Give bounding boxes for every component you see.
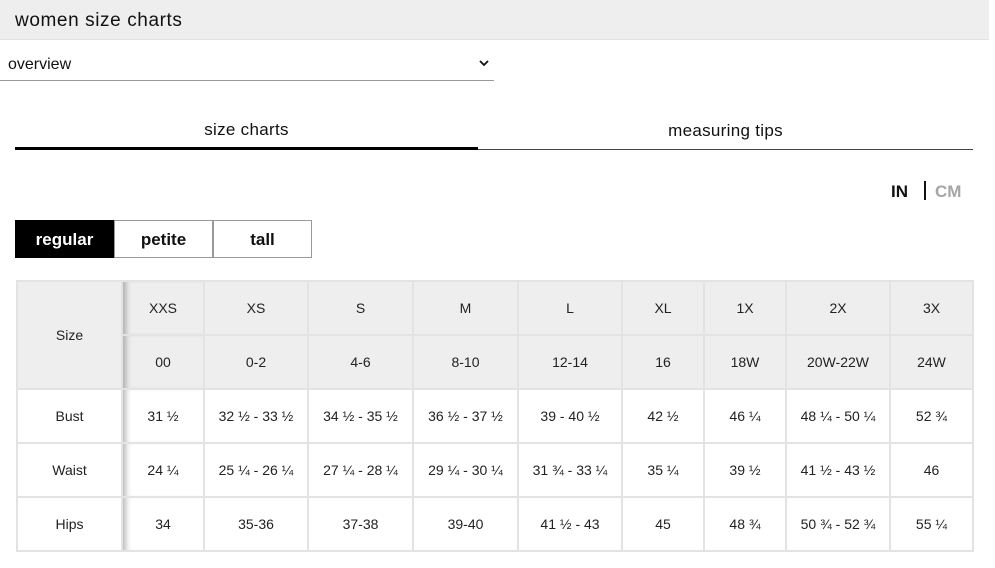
size-number-cell: 4-6: [307, 334, 414, 390]
measurement-cell: 48 ¼ - 50 ¼: [785, 388, 891, 444]
measurement-cell: 32 ½ - 33 ½: [203, 388, 309, 444]
size-number-cell: 24W: [889, 334, 974, 390]
table-row-sizes: Size XXS XS S M L XL 1X 2X 3X: [16, 280, 974, 390]
fit-regular-button[interactable]: regular: [15, 220, 114, 258]
table-row: Waist 24 ¼ 25 ¼ - 26 ¼ 27 ¼ - 28 ¼ 29 ¼ …: [16, 442, 974, 498]
size-number-cell: 16: [621, 334, 705, 390]
measurement-cell: 41 ½ - 43 ½: [785, 442, 891, 498]
size-number-cell: 18W: [703, 334, 787, 390]
table-row-numeric: 00 0-2 4-6 8-10 12-14 16 18W 20W-22W 24W: [17, 334, 974, 390]
fit-tall-button[interactable]: tall: [213, 220, 312, 258]
unit-in-button[interactable]: IN: [891, 182, 908, 202]
fit-petite-button[interactable]: petite: [114, 220, 213, 258]
size-number-cell: 20W-22W: [785, 334, 891, 390]
page-title: women size charts: [15, 10, 183, 31]
measurement-cell: 39-40: [412, 496, 519, 552]
measurement-cell: 29 ¼ - 30 ¼: [412, 442, 519, 498]
measurement-cell: 34 ½ - 35 ½: [307, 388, 414, 444]
chevron-down-icon: [479, 60, 489, 67]
measurement-cell: 41 ½ - 43: [517, 496, 623, 552]
measurement-cell: 25 ¼ - 26 ¼: [203, 442, 309, 498]
measurement-cell: 39 ½: [703, 442, 787, 498]
measurement-label-waist: Waist: [16, 442, 123, 498]
size-letter-cell: 1X: [703, 280, 787, 336]
measurement-cell: 31 ¾ - 33 ¼: [517, 442, 623, 498]
measurement-cell: 50 ¾ - 52 ¾: [785, 496, 891, 552]
unit-toggle: IN CM: [880, 180, 980, 202]
size-number-cell: 12-14: [517, 334, 623, 390]
tab-size-charts[interactable]: size charts: [15, 112, 478, 150]
measurement-cell: 31 ½: [121, 388, 205, 444]
measurement-label-bust: Bust: [16, 388, 123, 444]
measurement-cell: 37-38: [307, 496, 414, 552]
size-chart-table: Size XXS XS S M L XL 1X 2X 3X 00 0-2 4-6…: [16, 280, 974, 552]
measurement-cell: 27 ¼ - 28 ¼: [307, 442, 414, 498]
dropdown-selected-value: overview: [8, 56, 72, 73]
header-bar: women size charts: [0, 0, 989, 40]
size-number-cell: 0-2: [203, 334, 309, 390]
size-letter-cell: XS: [203, 280, 309, 336]
size-letter-cell: L: [517, 280, 623, 336]
size-header-cell: Size: [16, 280, 123, 390]
size-number-cell: 8-10: [412, 334, 519, 390]
table-row: Hips 34 35-36 37-38 39-40 41 ½ - 43 45 4…: [16, 496, 974, 552]
measurement-cell: 36 ½ - 37 ½: [412, 388, 519, 444]
size-number-cell: 00: [121, 334, 205, 390]
measurement-cell: 55 ¼: [889, 496, 974, 552]
size-letter-cell: M: [412, 280, 519, 336]
measurement-cell: 48 ¾: [703, 496, 787, 552]
unit-cm-button[interactable]: CM: [935, 182, 961, 202]
size-letter-cell: 3X: [889, 280, 974, 336]
table-row: Bust 31 ½ 32 ½ - 33 ½ 34 ½ - 35 ½ 36 ½ -…: [16, 388, 974, 444]
unit-divider: [924, 181, 926, 200]
measurement-cell: 46 ¼: [703, 388, 787, 444]
measurement-cell: 34: [121, 496, 205, 552]
measurement-cell: 52 ¾: [889, 388, 974, 444]
measurement-cell: 46: [889, 442, 974, 498]
measurement-cell: 35-36: [203, 496, 309, 552]
measurement-cell: 35 ¼: [621, 442, 705, 498]
size-letter-cell: 2X: [785, 280, 891, 336]
measurement-cell: 24 ¼: [121, 442, 205, 498]
size-letter-cell: XXS: [121, 280, 205, 336]
measurement-cell: 39 - 40 ½: [517, 388, 623, 444]
measurement-label-hips: Hips: [16, 496, 123, 552]
measurement-cell: 45: [621, 496, 705, 552]
size-letter-cell: S: [307, 280, 414, 336]
size-letter-cell: XL: [621, 280, 705, 336]
measurement-cell: 42 ½: [621, 388, 705, 444]
tab-measuring-tips[interactable]: measuring tips: [478, 112, 973, 150]
chart-select-dropdown[interactable]: overview: [0, 48, 494, 81]
tab-bar: size charts measuring tips: [15, 112, 973, 150]
